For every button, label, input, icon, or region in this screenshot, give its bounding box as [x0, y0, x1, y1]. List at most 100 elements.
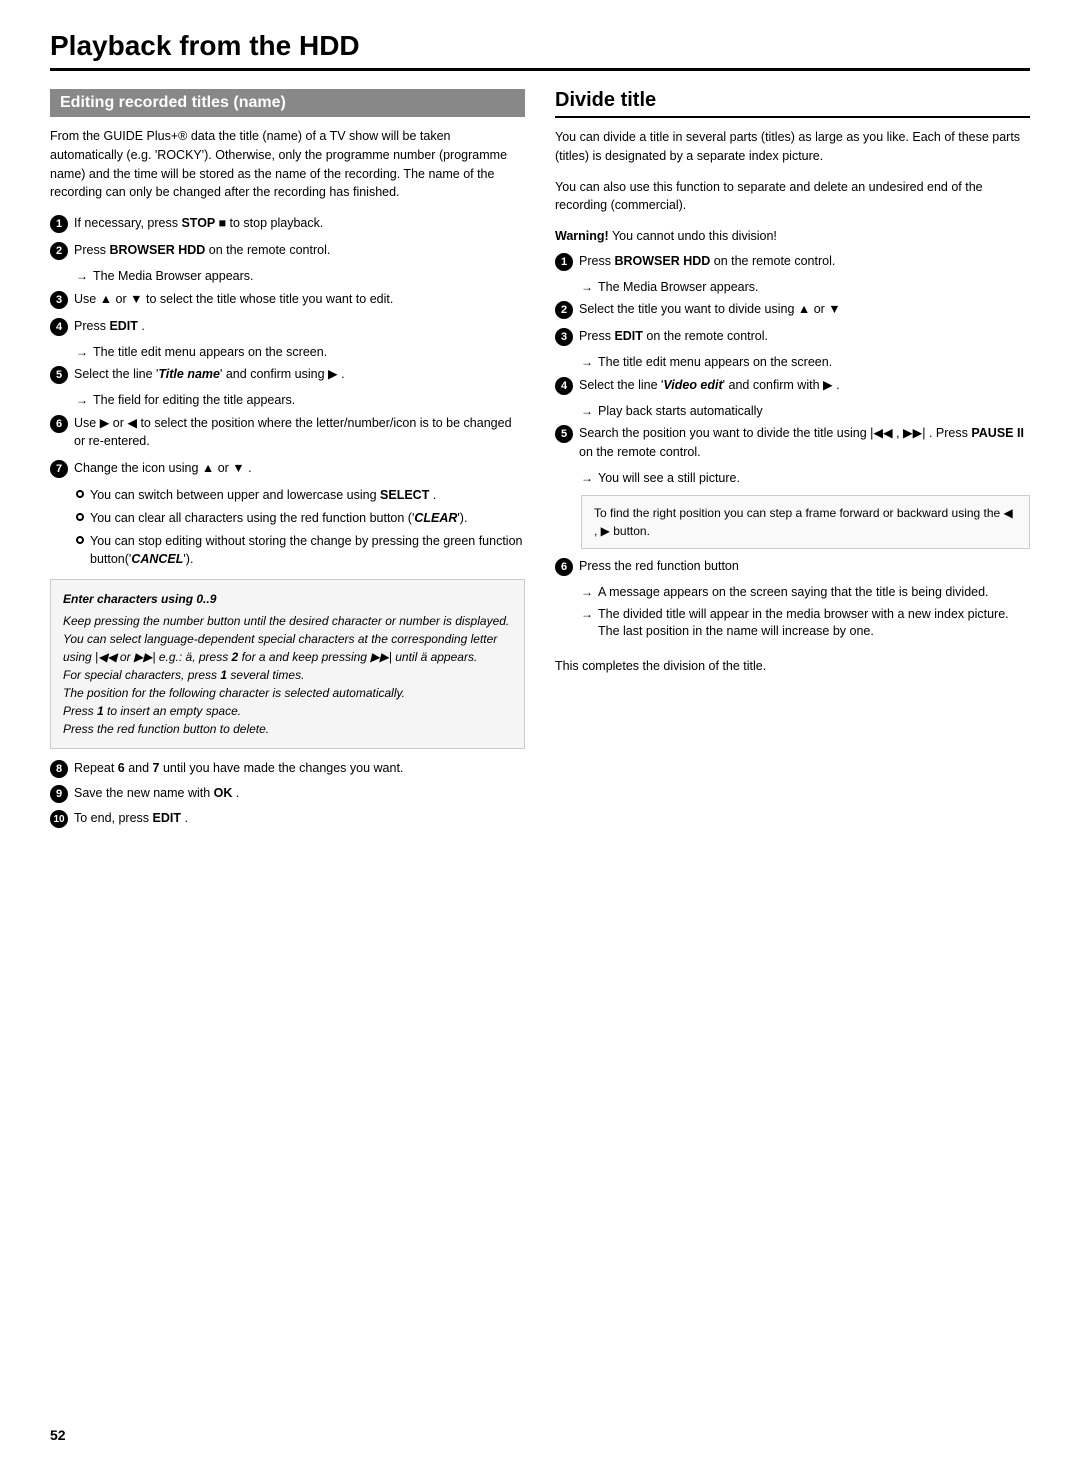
right-step-num-3: 3 — [555, 328, 573, 346]
right-arrow-icon-4: → — [581, 403, 593, 420]
info-box-text: To find the right position you can step … — [594, 506, 1013, 538]
note-title: Enter characters using 0..9 — [63, 590, 512, 608]
right-step-1-arrow: → The Media Browser appears. — [581, 279, 1030, 297]
step-3: 3 Use ▲ or ▼ to select the title whose t… — [50, 290, 525, 309]
step-num-5: 5 — [50, 366, 68, 384]
right-step-6-arrow-2: → The divided title will appear in the m… — [581, 606, 1030, 641]
right-step-4-arrow: → Play back starts automatically — [581, 403, 1030, 421]
step-num-10: 10 — [50, 810, 68, 828]
step-10-content: To end, press EDIT . — [74, 809, 188, 828]
step-7-bullet-1: You can switch between upper and lowerca… — [76, 486, 525, 505]
arrow-icon-4: → — [76, 344, 88, 361]
step-7-bullet-1-text: You can switch between upper and lowerca… — [90, 486, 436, 505]
right-step-1: 1 Press BROWSER HDD on the remote contro… — [555, 252, 1030, 271]
step-num-9: 9 — [50, 785, 68, 803]
right-step-num-4: 4 — [555, 377, 573, 395]
right-step-num-2: 2 — [555, 301, 573, 319]
right-arrow-icon-5: → — [581, 470, 593, 487]
note-line-3: The position for the following character… — [63, 684, 512, 702]
step-2-content: Press BROWSER HDD on the remote control. — [74, 241, 525, 260]
right-section-header: Divide title — [555, 89, 1030, 118]
right-step-3-arrow-text: The title edit menu appears on the scree… — [598, 354, 832, 372]
right-warning: Warning! You cannot undo this division! — [555, 227, 1030, 246]
page-number: 52 — [50, 1427, 66, 1443]
right-step-1-arrow-text: The Media Browser appears. — [598, 279, 759, 297]
right-arrow-icon-1: → — [581, 279, 593, 296]
left-column: Editing recorded titles (name) From the … — [50, 89, 525, 834]
step-2-arrow: → The Media Browser appears. — [76, 268, 525, 286]
right-step-2: 2 Select the title you want to divide us… — [555, 300, 1030, 319]
step-8: 8 Repeat 6 and 7 until you have made the… — [50, 759, 525, 778]
right-step-5-arrow-text: You will see a still picture. — [598, 470, 740, 488]
step-5-content: Select the line 'Title name' and confirm… — [74, 365, 525, 384]
info-box: To find the right position you can step … — [581, 495, 1030, 549]
right-step-1-content: Press BROWSER HDD on the remote control. — [579, 252, 1030, 271]
step-6-content: Use ▶ or ◀ to select the position where … — [74, 414, 525, 452]
step-7-bullet-3-text: You can stop editing without storing the… — [90, 532, 525, 570]
note-line-4: Press 1 to insert an empty space. — [63, 702, 512, 720]
step-2: 2 Press BROWSER HDD on the remote contro… — [50, 241, 525, 260]
right-arrow-icon-6b: → — [581, 606, 593, 623]
bullet-icon-2 — [76, 513, 84, 521]
step-5-arrow-text: The field for editing the title appears. — [93, 392, 295, 410]
right-step-4-arrow-text: Play back starts automatically — [598, 403, 763, 421]
note-box: Enter characters using 0..9 Keep pressin… — [50, 579, 525, 749]
step-4: 4 Press EDIT . — [50, 317, 525, 336]
step-5: 5 Select the line 'Title name' and confi… — [50, 365, 525, 384]
right-arrow-icon-3: → — [581, 354, 593, 371]
step-7-content: Change the icon using ▲ or ▼ . — [74, 459, 525, 478]
arrow-icon-2: → — [76, 268, 88, 285]
right-step-5-arrow: → You will see a still picture. — [581, 470, 1030, 488]
right-step-num-5: 5 — [555, 425, 573, 443]
step-num-3: 3 — [50, 291, 68, 309]
page-title: Playback from the HDD — [50, 30, 1030, 71]
right-step-4-content: Select the line 'Video edit' and confirm… — [579, 376, 1030, 395]
step-3-content: Use ▲ or ▼ to select the title whose tit… — [74, 290, 525, 309]
right-step-2-content: Select the title you want to divide usin… — [579, 300, 1030, 319]
right-step-6-content: Press the red function button — [579, 557, 1030, 576]
right-step-num-6: 6 — [555, 558, 573, 576]
step-num-1: 1 — [50, 215, 68, 233]
left-section-header: Editing recorded titles (name) — [50, 89, 525, 117]
bullet-icon-3 — [76, 536, 84, 544]
step-10: 10 To end, press EDIT . — [50, 809, 525, 828]
step-num-2: 2 — [50, 242, 68, 260]
step-7-bullet-2: You can clear all characters using the r… — [76, 509, 525, 528]
step-4-content: Press EDIT . — [74, 317, 525, 336]
note-line-2: For special characters, press 1 several … — [63, 666, 512, 684]
right-arrow-icon-6a: → — [581, 584, 593, 601]
right-step-6-arrow-1-text: A message appears on the screen saying t… — [598, 584, 989, 602]
step-9: 9 Save the new name with OK . — [50, 784, 525, 803]
step-4-arrow: → The title edit menu appears on the scr… — [76, 344, 525, 362]
step-5-arrow: → The field for editing the title appear… — [76, 392, 525, 410]
step-2-arrow-text: The Media Browser appears. — [93, 268, 254, 286]
step-num-8: 8 — [50, 760, 68, 778]
right-intro-1: You can divide a title in several parts … — [555, 128, 1030, 166]
step-1: 1 If necessary, press STOP ■ to stop pla… — [50, 214, 525, 233]
step-1-content: If necessary, press STOP ■ to stop playb… — [74, 214, 525, 233]
note-line-1: Keep pressing the number button until th… — [63, 612, 512, 666]
right-step-3-content: Press EDIT on the remote control. — [579, 327, 1030, 346]
right-conclusion: This completes the division of the title… — [555, 657, 1030, 676]
left-intro: From the GUIDE Plus+® data the title (na… — [50, 127, 525, 202]
step-8-content: Repeat 6 and 7 until you have made the c… — [74, 759, 403, 778]
step-num-7: 7 — [50, 460, 68, 478]
arrow-icon-5: → — [76, 392, 88, 409]
right-step-6: 6 Press the red function button — [555, 557, 1030, 576]
bullet-icon-1 — [76, 490, 84, 498]
right-step-num-1: 1 — [555, 253, 573, 271]
right-step-3: 3 Press EDIT on the remote control. — [555, 327, 1030, 346]
step-num-4: 4 — [50, 318, 68, 336]
step-7-bullet-3: You can stop editing without storing the… — [76, 532, 525, 570]
right-step-3-arrow: → The title edit menu appears on the scr… — [581, 354, 1030, 372]
right-step-6-arrow-1: → A message appears on the screen saying… — [581, 584, 1030, 602]
step-7: 7 Change the icon using ▲ or ▼ . — [50, 459, 525, 478]
right-step-4: 4 Select the line 'Video edit' and confi… — [555, 376, 1030, 395]
right-step-5-content: Search the position you want to divide t… — [579, 424, 1030, 462]
note-line-5: Press the red function button to delete. — [63, 720, 512, 738]
right-column: Divide title You can divide a title in s… — [555, 89, 1030, 834]
right-intro-2: You can also use this function to separa… — [555, 178, 1030, 216]
step-7-bullet-2-text: You can clear all characters using the r… — [90, 509, 467, 528]
step-6: 6 Use ▶ or ◀ to select the position wher… — [50, 414, 525, 452]
step-num-6: 6 — [50, 415, 68, 433]
